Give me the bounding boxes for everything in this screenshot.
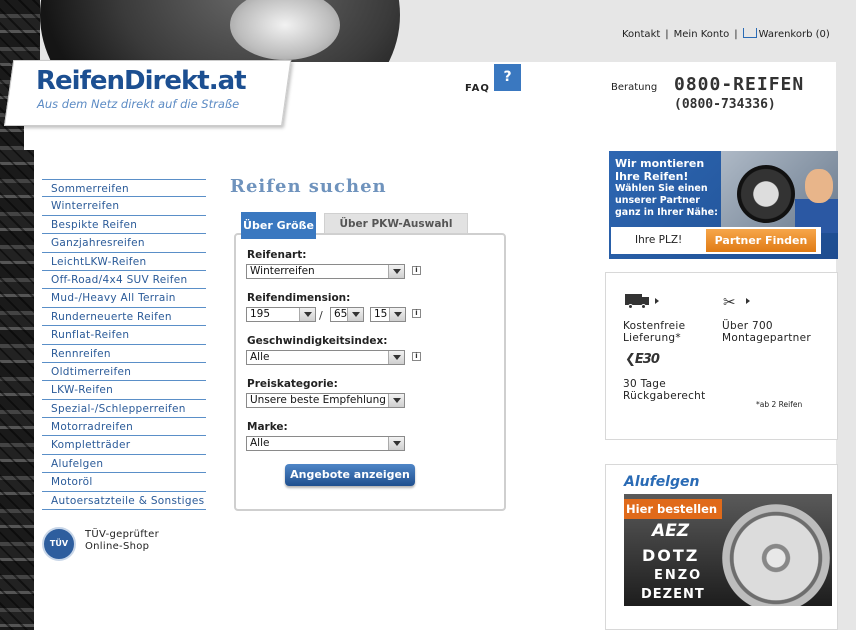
tuev-line-2: Online-Shop xyxy=(85,541,150,552)
price-category-select[interactable]: Unsere beste Empfehlung xyxy=(246,393,405,408)
banner-label[interactable]: Hier bestellen xyxy=(626,502,717,516)
tab-ueber-groesse[interactable]: Über Größe xyxy=(241,212,316,239)
tab-pkw-auswahl[interactable]: Über PKW-Auswahl xyxy=(324,213,468,234)
tuev-badge-icon: TÜV SÜD xyxy=(42,527,76,578)
chevron-down-icon xyxy=(389,308,405,321)
hotline-number: 0800-REIFEN xyxy=(674,74,805,95)
tools-icon: ✂ xyxy=(723,293,736,311)
nav-item-oldtimerreifen[interactable]: Oldtimerreifen xyxy=(42,363,206,382)
info-icon[interactable]: i xyxy=(412,266,421,275)
nav-item-spezialreifen[interactable]: Spezial-/Schlepperreifen xyxy=(42,400,206,419)
top-links: Kontakt | Mein Konto | Warenkorb (0) xyxy=(622,27,830,40)
nav-item-rennreifen[interactable]: Rennreifen xyxy=(42,345,206,363)
brand-label: Marke: xyxy=(247,421,288,433)
width-select[interactable]: 195 xyxy=(246,307,316,322)
brand-logo-enzo: ENZO xyxy=(654,568,703,583)
nav-item-runderneuerte[interactable]: Runderneuerte Reifen xyxy=(42,308,206,327)
nav-item-autoersatzteile[interactable]: Autoersatzteile & Sonstiges xyxy=(42,492,206,511)
nav-item-ganzjahresreifen[interactable]: Ganzjahresreifen xyxy=(42,234,206,253)
montage-text-2: unserer Partner xyxy=(615,195,700,206)
nav-item-motorradreifen[interactable]: Motorradreifen xyxy=(42,418,206,437)
cart-icon[interactable] xyxy=(742,28,757,38)
partners-line-1: Über 700 xyxy=(722,320,773,332)
chevron-down-icon xyxy=(388,437,404,450)
category-nav: Sommerreifen Winterreifen Bespikte Reife… xyxy=(42,179,206,511)
ratio-select[interactable]: 65 xyxy=(330,307,364,322)
nav-item-sommerreifen[interactable]: Sommerreifen xyxy=(42,179,206,198)
info-icon[interactable]: i xyxy=(412,352,421,361)
speed-index-label: Geschwindigkeitsindex: xyxy=(247,335,388,347)
info-icon[interactable]: i xyxy=(412,309,421,318)
chevron-down-icon xyxy=(388,265,404,278)
free-delivery-text: Kostenfreie Lieferung* xyxy=(623,320,685,344)
partners-text: Über 700 Montagepartner xyxy=(722,320,811,344)
plz-input[interactable]: Ihre PLZ! xyxy=(630,232,700,249)
speed-index-select[interactable]: Alle xyxy=(246,350,405,365)
mechanic-face-image xyxy=(805,169,833,203)
carousel-dots xyxy=(627,625,717,630)
nav-item-offroad-suv[interactable]: Off-Road/4x4 SUV Reifen xyxy=(42,271,206,290)
montage-headline-1: Wir montieren xyxy=(615,157,705,170)
return-policy-text: 30 Tage Rückgaberecht xyxy=(623,378,706,402)
logo-title[interactable]: ReifenDirekt.at xyxy=(36,66,247,96)
tire-type-label: Reifenart: xyxy=(247,249,307,261)
rim-select[interactable]: 15 xyxy=(370,307,406,322)
montage-headline-2: Ihre Reifen! xyxy=(615,170,689,183)
nav-item-motoroel[interactable]: Motoröl xyxy=(42,473,206,492)
cart-link[interactable]: Warenkorb (0) xyxy=(759,29,830,40)
nav-item-alufelgen[interactable]: Alufelgen xyxy=(42,455,206,474)
nav-item-winterreifen[interactable]: Winterreifen xyxy=(42,197,206,216)
nav-item-leichtlkw-reifen[interactable]: LeichtLKW-Reifen xyxy=(42,253,206,271)
separator: | xyxy=(734,29,738,40)
brand-logo-dotz: DOTZ xyxy=(642,546,700,565)
brand-logo-dezent: DEZENT xyxy=(641,587,705,602)
nav-item-lkw-reifen[interactable]: LKW-Reifen xyxy=(42,381,206,400)
brand-select[interactable]: Alle xyxy=(246,436,405,451)
logo-slogan: Aus dem Netz direkt auf die Straße xyxy=(37,97,240,111)
consult-label: Beratung xyxy=(611,82,658,93)
alufelgen-title[interactable]: Alufelgen xyxy=(624,474,699,490)
chevron-down-icon xyxy=(347,308,363,321)
dimension-label: Reifendimension: xyxy=(247,292,351,304)
chevron-down-icon xyxy=(299,308,315,321)
montage-headline: Wir montieren Ihre Reifen! xyxy=(615,157,725,183)
chevron-down-icon xyxy=(388,351,404,364)
nav-item-bespikte-reifen[interactable]: Bespikte Reifen xyxy=(42,216,206,235)
account-link[interactable]: Mein Konto xyxy=(674,29,730,40)
return-30-icon: ❮E30 xyxy=(625,352,660,367)
partners-line-2: Montagepartner xyxy=(722,332,811,344)
find-partner-button[interactable]: Partner Finden xyxy=(706,229,816,252)
truck-icon xyxy=(625,294,651,309)
footnote: *ab 2 Reifen xyxy=(756,400,803,409)
return-line-1: 30 Tage xyxy=(623,378,667,390)
brand-logo-aez: AEZ xyxy=(652,521,690,541)
arrow-right-icon xyxy=(655,298,659,304)
separator: | xyxy=(665,29,669,40)
search-title: Reifen suchen xyxy=(230,176,387,197)
faq-question-icon[interactable]: ? xyxy=(494,64,521,91)
nav-item-runflat[interactable]: Runflat-Reifen xyxy=(42,326,206,345)
price-category-label: Preiskategorie: xyxy=(247,378,338,390)
hotline-digits: (0800-734336) xyxy=(674,97,776,112)
free-delivery-line-1: Kostenfreie xyxy=(623,320,686,332)
tuev-line-1: TÜV-geprüfter xyxy=(85,529,160,540)
dimension-separator: / xyxy=(319,309,323,322)
tuev-text: TÜV-geprüfter Online-Shop xyxy=(85,529,205,553)
montage-text-3: ganz in Ihrer Nähe: xyxy=(615,207,718,218)
wheel-image xyxy=(737,165,795,223)
faq-link[interactable]: FAQ xyxy=(465,83,490,94)
contact-link[interactable]: Kontakt xyxy=(622,29,660,40)
return-line-2: Rückgaberecht xyxy=(623,390,706,402)
nav-item-mud-terrain[interactable]: Mud-/Heavy All Terrain xyxy=(42,289,206,308)
montage-text-1: Wählen Sie einen xyxy=(615,183,708,194)
alloy-wheel-image xyxy=(722,504,830,606)
tire-type-select[interactable]: Winterreifen xyxy=(246,264,405,279)
chevron-down-icon xyxy=(388,394,404,407)
arrow-right-icon xyxy=(746,298,750,304)
free-delivery-line-2: Lieferung* xyxy=(623,332,681,344)
nav-item-komplettraeder[interactable]: Kompletträder xyxy=(42,436,206,455)
show-offers-button[interactable]: Angebote anzeigen xyxy=(285,464,415,486)
montage-text: Wählen Sie einen unserer Partner ganz in… xyxy=(615,183,725,219)
